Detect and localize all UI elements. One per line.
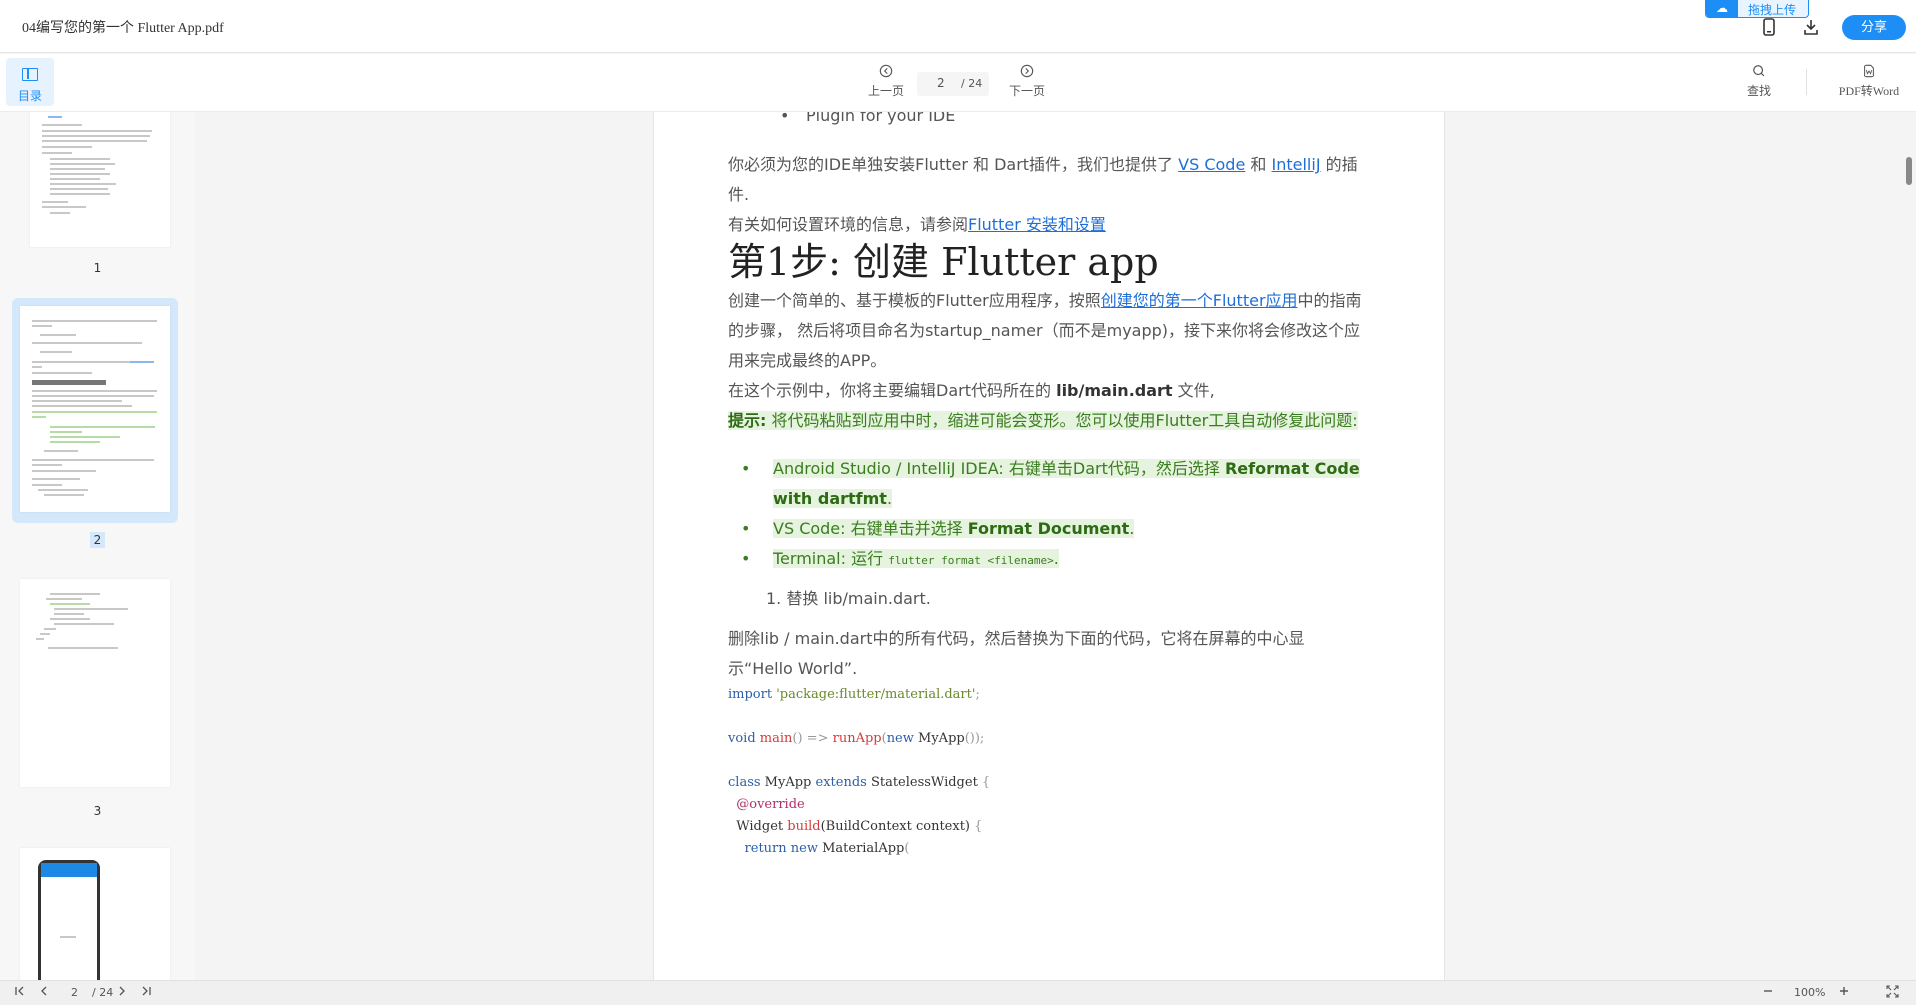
page-indicator[interactable]: 2 / 24 <box>917 72 989 96</box>
toolbar-divider <box>1806 69 1807 95</box>
document-viewer[interactable]: Plugin for your IDE 你必须为您的IDE单独安装Flutter… <box>195 112 1916 980</box>
prev-page-button[interactable]: 上一页 <box>866 64 906 99</box>
zoom-in-icon[interactable] <box>1838 985 1850 1001</box>
toc-button[interactable]: 目录 <box>6 58 54 106</box>
paragraph-plugins: 你必须为您的IDE单独安装Flutter 和 Dart插件，我们也提供了 VS … <box>728 155 1358 204</box>
next-page-icon[interactable] <box>116 985 128 1001</box>
status-page-indicator[interactable]: 2 / 24 <box>62 984 124 1002</box>
page-current-input[interactable]: 2 <box>937 76 945 90</box>
flutter-setup-link[interactable]: Flutter 安装和设置 <box>968 215 1106 234</box>
thumbnail-number-2: 2 <box>0 532 195 548</box>
next-page-button[interactable]: 下一页 <box>1007 64 1047 99</box>
prev-page-label: 上一页 <box>867 84 904 98</box>
arrow-left-circle-icon <box>879 64 893 78</box>
thumbnail-number-1: 1 <box>93 261 102 275</box>
tips-list: Android Studio / IntelliJ IDEA: 右键单击Dart… <box>728 454 1368 576</box>
page-total: / 24 <box>961 77 983 90</box>
status-page-current[interactable]: 2 <box>71 986 78 999</box>
next-page-label: 下一页 <box>1008 84 1045 98</box>
vertical-scrollbar-thumb[interactable] <box>1906 157 1912 185</box>
title-bar: 04编写您的第一个 Flutter App.pdf ☁ 拖拽上传 分享 <box>0 0 1916 53</box>
last-page-icon[interactable] <box>140 985 152 1001</box>
zoom-out-icon[interactable] <box>1762 985 1774 1001</box>
intellij-link[interactable]: IntelliJ <box>1272 155 1321 174</box>
tip-item-terminal: Terminal: 运行 flutter format <filename>. <box>741 544 1368 576</box>
create-first-app-link[interactable]: 创建您的第一个Flutter应用 <box>1101 291 1298 310</box>
download-icon[interactable] <box>1801 18 1821 38</box>
first-page-icon[interactable] <box>14 985 26 1001</box>
arrow-right-circle-icon <box>1020 64 1034 78</box>
pdf-to-word-button[interactable]: PDF转Word <box>1832 64 1906 99</box>
share-button[interactable]: 分享 <box>1842 15 1906 40</box>
tip-paragraph: 提示: 将代码粘贴到应用中时，缩进可能会变形。您可以使用Flutter工具自动修… <box>728 411 1358 430</box>
vscode-link[interactable]: VS Code <box>1178 155 1245 174</box>
pdf-page: Plugin for your IDE 你必须为您的IDE单独安装Flutter… <box>653 112 1445 980</box>
fullscreen-icon[interactable] <box>1886 985 1899 1002</box>
step1-heading: 第1步: 创建 Flutter app <box>728 240 1159 284</box>
thumbnail-number-3: 3 <box>93 804 102 818</box>
page-thumbnail-2[interactable] <box>20 306 170 512</box>
prev-page-icon[interactable] <box>38 985 50 1001</box>
paragraph-replace-code: 删除lib / main.dart中的所有代码，然后替换为下面的代码，它将在屏幕… <box>728 629 1305 678</box>
find-label: 查找 <box>1746 84 1771 98</box>
drag-upload-label: 拖拽上传 <box>1748 3 1797 17</box>
status-bar: 2 / 24 100% <box>0 980 1916 1005</box>
bullet-plugin-ide: Plugin for your IDE <box>780 112 955 125</box>
phone-illustration <box>38 860 100 980</box>
word-doc-icon <box>1864 64 1874 78</box>
toc-label: 目录 <box>17 89 42 103</box>
status-page-total: / 24 <box>92 986 114 999</box>
find-button[interactable]: 查找 <box>1739 64 1779 99</box>
drag-upload-button[interactable]: ☁ 拖拽上传 <box>1705 0 1809 18</box>
code-block: import 'package:flutter/material.dart'; … <box>728 687 991 856</box>
paragraph-setup: 有关如何设置环境的信息，请参阅Flutter 安装和设置 <box>728 215 1106 234</box>
page-thumbnail-3[interactable] <box>20 579 170 787</box>
paragraph-main-dart: 在这个示例中，你将主要编辑Dart代码所在的 lib/main.dart 文件, <box>728 381 1215 400</box>
page-thumbnail-4[interactable] <box>20 848 170 980</box>
cloud-logo-icon: ☁ <box>1706 0 1738 17</box>
tip-item-android-studio: Android Studio / IntelliJ IDEA: 右键单击Dart… <box>741 454 1368 514</box>
pdf-to-word-label: PDF转Word <box>1838 84 1900 98</box>
file-title: 04编写您的第一个 Flutter App.pdf <box>22 21 224 36</box>
tip-item-vscode: VS Code: 右键单击并选择 Format Document. <box>741 514 1368 544</box>
mobile-icon[interactable] <box>1759 18 1779 38</box>
paragraph-create-app: 创建一个简单的、基于模板的Flutter应用程序，按照创建您的第一个Flutte… <box>728 291 1362 370</box>
toc-icon <box>22 68 38 81</box>
thumbnail-sidebar[interactable]: 1 2 3 <box>0 112 195 980</box>
page-thumbnail-1[interactable] <box>30 112 170 247</box>
search-icon <box>1753 65 1765 77</box>
zoom-level: 100% <box>1794 986 1826 999</box>
step-replace-main: 1. 替换 lib/main.dart. <box>766 589 931 608</box>
toolbar: 目录 上一页 2 / 24 下一页 查找 PDF转Word <box>0 54 1916 112</box>
